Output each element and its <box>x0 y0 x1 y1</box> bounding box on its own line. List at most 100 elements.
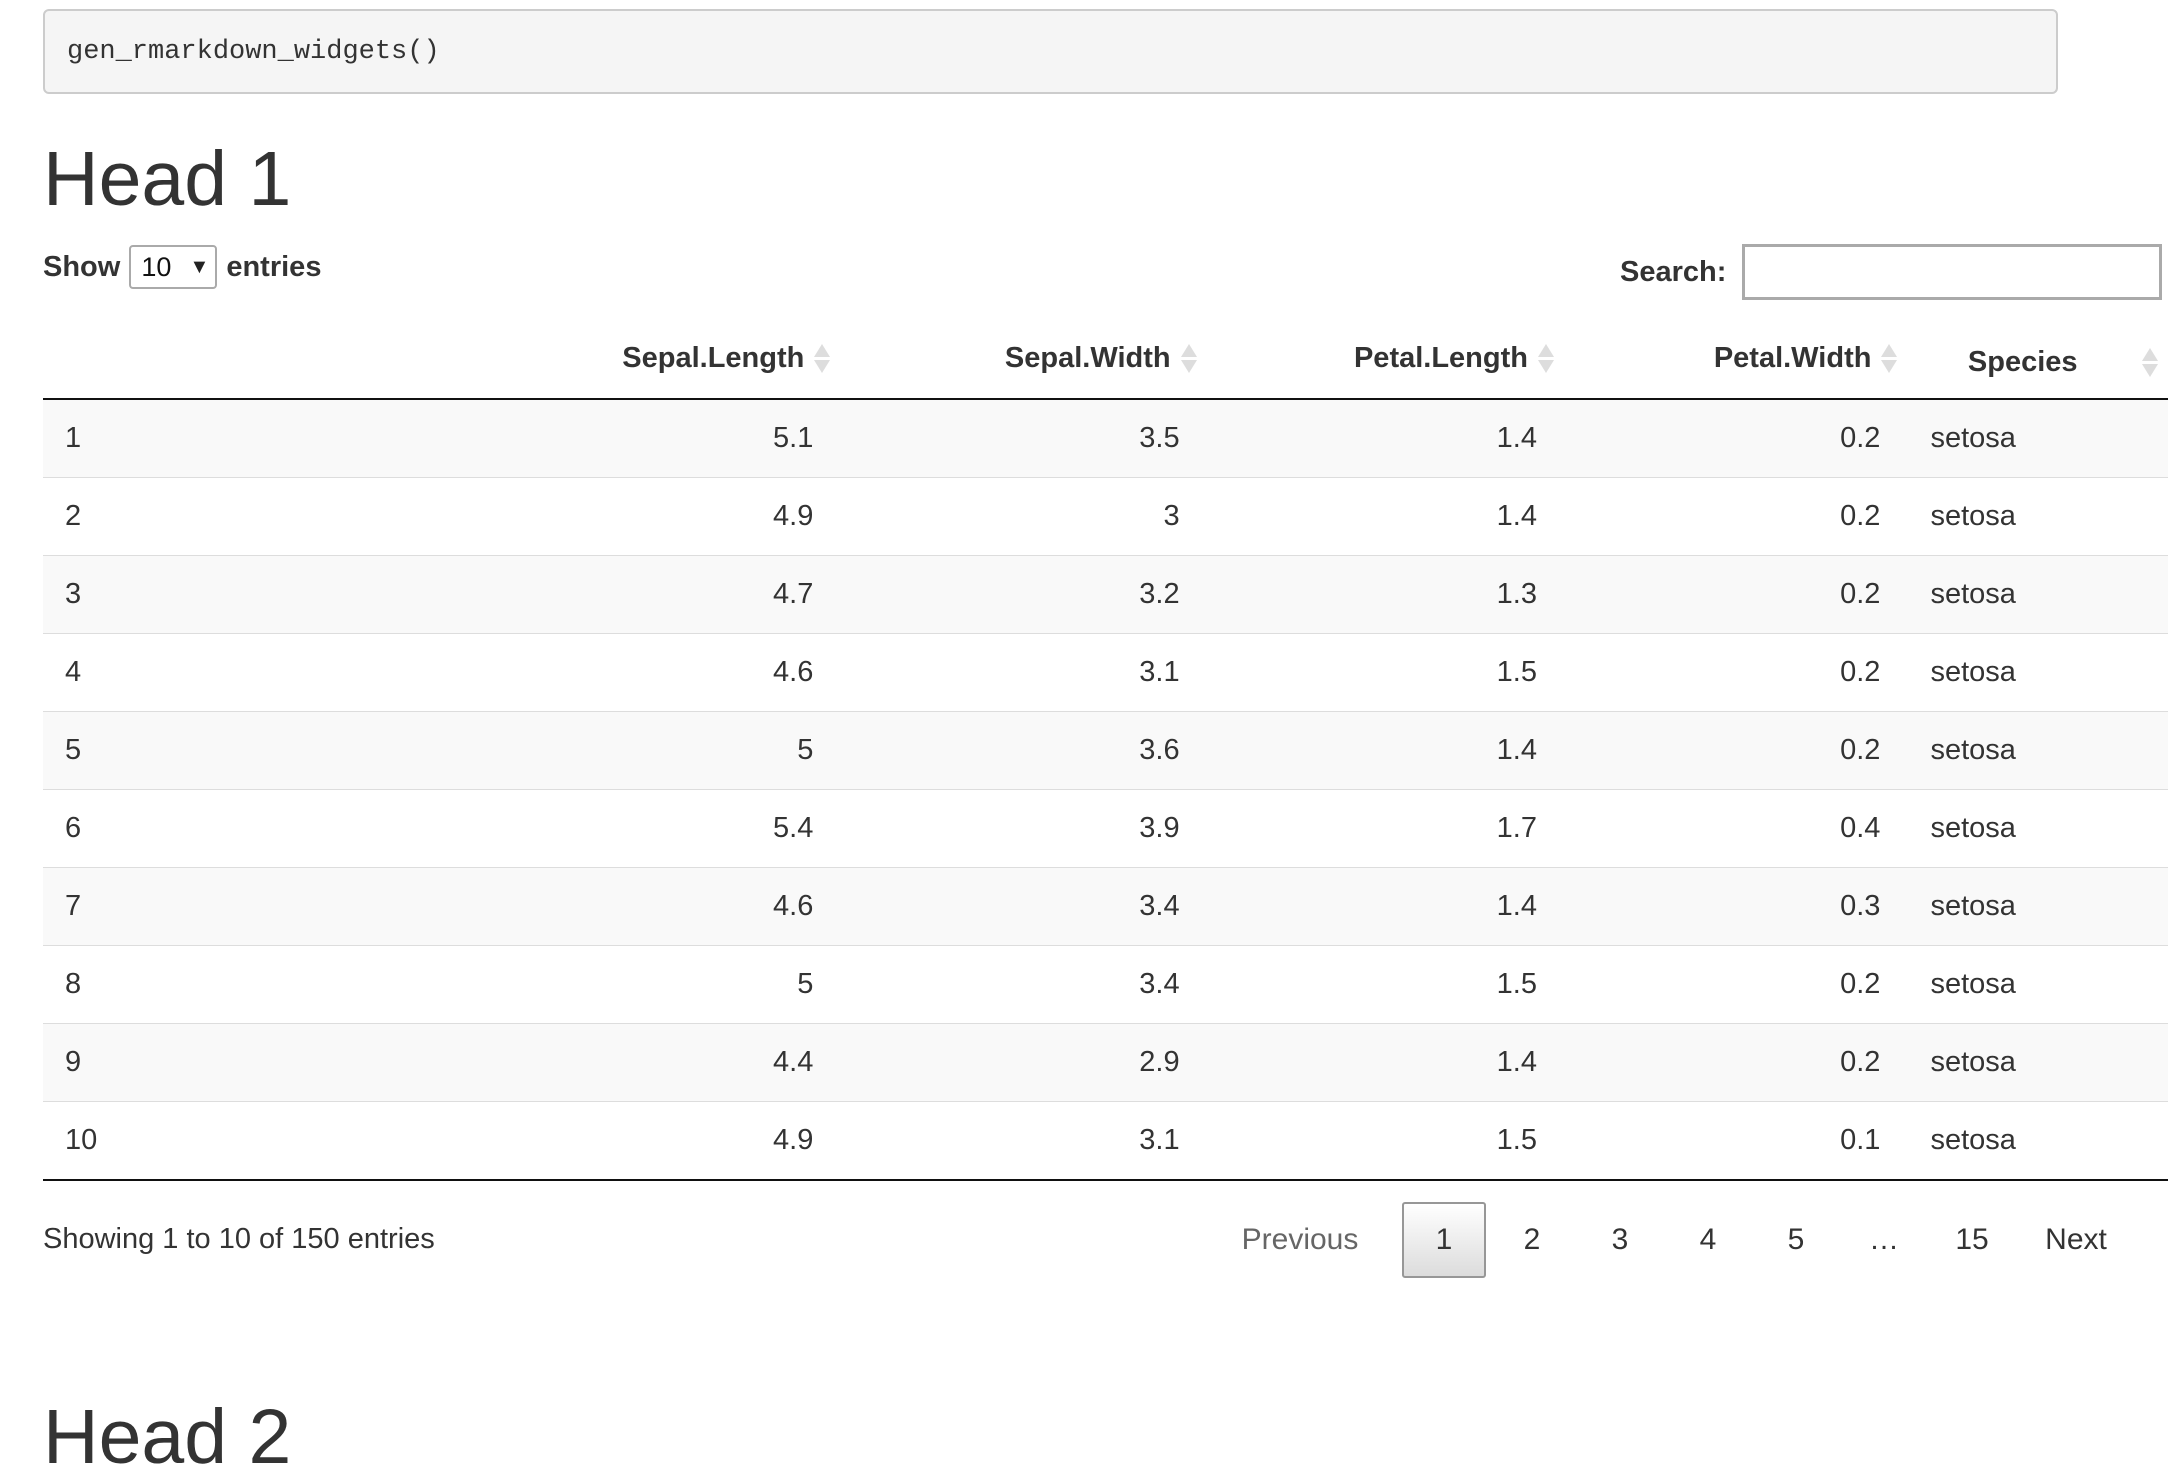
entries-length-control: Show 10 ▼ entries <box>43 245 321 289</box>
row-name-cell: 5 <box>43 711 471 790</box>
show-label: Show <box>43 250 121 283</box>
species-cell: setosa <box>1897 711 2168 790</box>
sort-icon <box>1180 341 1197 375</box>
table-row: 4 4.6 3.1 1.5 0.2 setosa <box>43 633 2168 712</box>
search-control: Search: <box>1620 244 2163 300</box>
row-name-cell: 2 <box>43 477 471 556</box>
section-heading-2: Head 2 <box>43 1394 292 1480</box>
entries-per-page-value: 10 <box>141 251 172 282</box>
petal-length-cell: 1.4 <box>1196 399 1554 478</box>
page-button-5[interactable]: 5 <box>1752 1202 1840 1278</box>
sort-icon <box>2142 345 2158 379</box>
column-header-sepal-width[interactable]: Sepal.Width <box>830 318 1197 400</box>
petal-length-cell: 1.4 <box>1196 867 1554 946</box>
petal-length-cell: 1.5 <box>1196 945 1554 1024</box>
sepal-width-cell: 2.9 <box>830 1023 1197 1102</box>
sepal-length-cell: 5 <box>470 711 831 790</box>
section-heading-1: Head 1 <box>43 136 292 222</box>
sepal-length-cell: 4.6 <box>470 633 831 712</box>
table-row: 9 4.4 2.9 1.4 0.2 setosa <box>43 1023 2168 1102</box>
petal-width-cell: 0.2 <box>1553 399 1898 478</box>
species-cell: setosa <box>1897 399 2168 478</box>
column-header-label: Sepal.Width <box>1004 341 1171 374</box>
petal-width-cell: 0.2 <box>1553 711 1898 790</box>
page-button-2[interactable]: 2 <box>1488 1202 1576 1278</box>
row-name-cell: 6 <box>43 789 471 868</box>
petal-width-cell: 0.2 <box>1553 555 1898 634</box>
column-header-rowname <box>43 318 471 400</box>
table-row: 10 4.9 3.1 1.5 0.1 setosa <box>43 1101 2168 1181</box>
table-row: 2 4.9 3 1.4 0.2 setosa <box>43 477 2168 556</box>
petal-length-cell: 1.4 <box>1196 477 1554 556</box>
pagination: Previous 1 2 3 4 5 … 15 Next <box>1200 1200 2136 1280</box>
column-header-label: Sepal.Length <box>622 341 805 374</box>
petal-width-cell: 0.2 <box>1553 945 1898 1024</box>
data-table: Sepal.Length Sepal.Width Petal.Length Pe… <box>43 318 2168 1181</box>
row-name-cell: 1 <box>43 399 471 478</box>
sepal-length-cell: 4.9 <box>470 1101 831 1181</box>
pagination-ellipsis: … <box>1869 1223 1899 1256</box>
sepal-length-cell: 4.6 <box>470 867 831 946</box>
petal-length-cell: 1.3 <box>1196 555 1554 634</box>
sepal-width-cell: 3.2 <box>830 555 1197 634</box>
petal-length-cell: 1.5 <box>1196 633 1554 712</box>
species-cell: setosa <box>1897 1023 2168 1102</box>
sepal-length-cell: 4.9 <box>470 477 831 556</box>
search-label: Search: <box>1620 255 1727 288</box>
column-header-label: Species <box>1967 345 2078 378</box>
page-button-1[interactable]: 1 <box>1402 1202 1486 1278</box>
table-row: 7 4.6 3.4 1.4 0.3 setosa <box>43 867 2168 946</box>
species-cell: setosa <box>1897 633 2168 712</box>
petal-width-cell: 0.4 <box>1553 789 1898 868</box>
code-block: gen_rmarkdown_widgets() <box>43 9 2058 94</box>
column-header-petal-width[interactable]: Petal.Width <box>1553 318 1898 400</box>
column-header-petal-length[interactable]: Petal.Length <box>1196 318 1554 400</box>
sort-icon <box>1537 341 1554 375</box>
entries-label: entries <box>226 250 322 283</box>
row-name-cell: 3 <box>43 555 471 634</box>
page-button-4[interactable]: 4 <box>1664 1202 1752 1278</box>
table-header-row: Sepal.Length Sepal.Width Petal.Length Pe… <box>43 318 2168 400</box>
petal-width-cell: 0.2 <box>1553 477 1898 556</box>
column-header-label: Petal.Length <box>1353 341 1528 374</box>
sort-icon <box>1881 341 1898 375</box>
table-row: 3 4.7 3.2 1.3 0.2 setosa <box>43 555 2168 634</box>
species-cell: setosa <box>1897 477 2168 556</box>
row-name-cell: 10 <box>43 1101 471 1181</box>
petal-length-cell: 1.5 <box>1196 1101 1554 1181</box>
search-input[interactable] <box>1742 244 2163 300</box>
next-page-button[interactable]: Next <box>2016 1202 2136 1278</box>
species-cell: setosa <box>1897 789 2168 868</box>
column-header-label: Petal.Width <box>1713 341 1872 374</box>
petal-length-cell: 1.4 <box>1196 1023 1554 1102</box>
table-row: 8 5 3.4 1.5 0.2 setosa <box>43 945 2168 1024</box>
sepal-width-cell: 3.5 <box>830 399 1197 478</box>
sepal-width-cell: 3.1 <box>830 1101 1197 1181</box>
sepal-length-cell: 4.7 <box>470 555 831 634</box>
petal-width-cell: 0.2 <box>1553 1023 1898 1102</box>
row-name-cell: 7 <box>43 867 471 946</box>
species-cell: setosa <box>1897 1101 2168 1181</box>
page-button-15[interactable]: 15 <box>1928 1202 2016 1278</box>
page-button-3[interactable]: 3 <box>1576 1202 1664 1278</box>
table-row: 6 5.4 3.9 1.7 0.4 setosa <box>43 789 2168 868</box>
sepal-width-cell: 3 <box>830 477 1197 556</box>
sepal-length-cell: 5.1 <box>470 399 831 478</box>
row-name-cell: 4 <box>43 633 471 712</box>
species-cell: setosa <box>1897 555 2168 634</box>
dropdown-arrow-icon: ▼ <box>189 255 210 278</box>
column-header-species[interactable]: Species <box>1897 318 2168 400</box>
sepal-width-cell: 3.4 <box>830 945 1197 1024</box>
sepal-width-cell: 3.9 <box>830 789 1197 868</box>
column-header-sepal-length[interactable]: Sepal.Length <box>470 318 831 400</box>
sepal-length-cell: 5.4 <box>470 789 831 868</box>
sort-icon <box>814 341 831 375</box>
petal-width-cell: 0.1 <box>1553 1101 1898 1181</box>
species-cell: setosa <box>1897 867 2168 946</box>
petal-width-cell: 0.3 <box>1553 867 1898 946</box>
table-info: Showing 1 to 10 of 150 entries <box>43 1223 435 1255</box>
sepal-length-cell: 5 <box>470 945 831 1024</box>
table-row: 5 5 3.6 1.4 0.2 setosa <box>43 711 2168 790</box>
entries-per-page-select[interactable]: 10 ▼ <box>129 245 218 289</box>
previous-page-button[interactable]: Previous <box>1200 1202 1400 1278</box>
